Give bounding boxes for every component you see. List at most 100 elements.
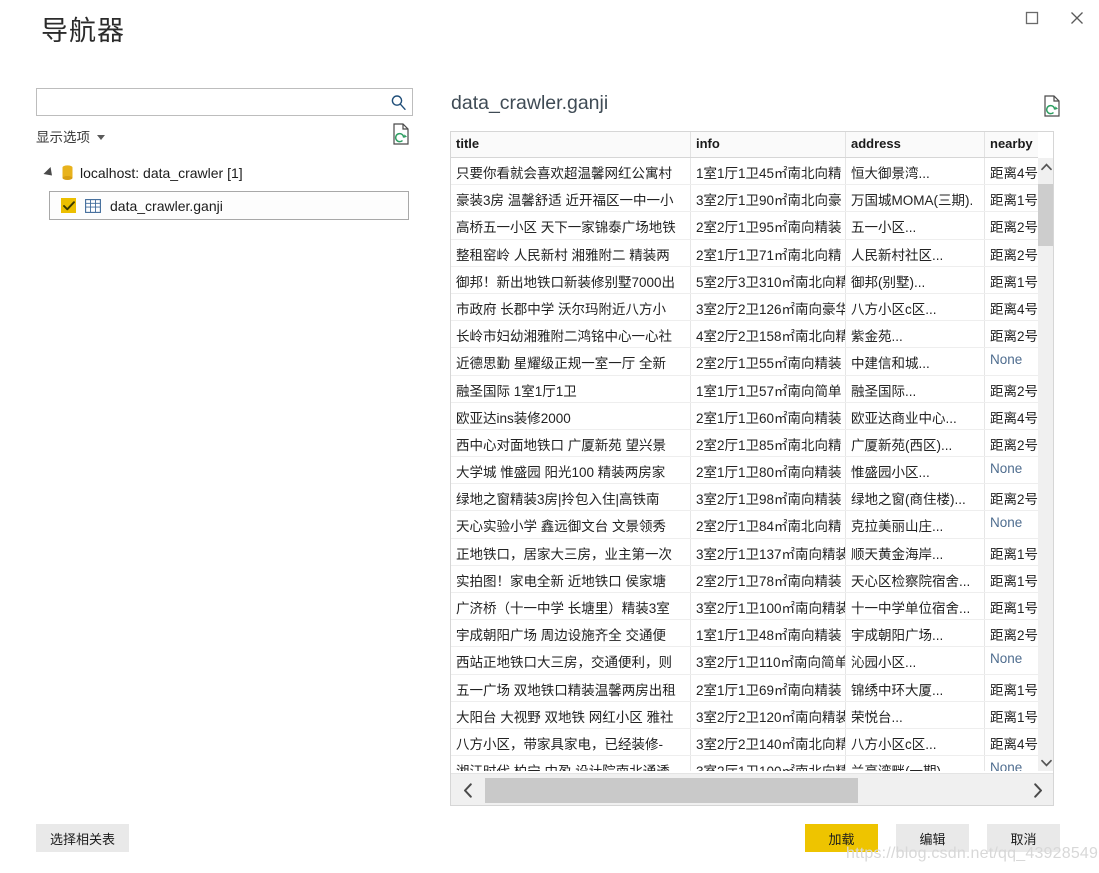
cell-nearby: 距离1号	[990, 601, 1038, 616]
column-header-address[interactable]: address	[846, 132, 985, 157]
table-row[interactable]: 八方小区，带家具家电，已经装修- 3室2厅2卫140㎡南北向精 八方小区c区... 距…	[451, 728, 1038, 757]
cell-address: 中建信和城...	[846, 348, 985, 375]
column-header-title[interactable]: title	[451, 132, 691, 157]
table-row[interactable]: 大学城 惟盛园 阳光100 精装两房家 2室1厅1卫80㎡南向精装 惟盛园小区...…	[451, 457, 1038, 485]
cell-nearby: None	[990, 651, 1023, 667]
left-pane: 显示选项 localhost: data_crawler [1] data_cr…	[0, 78, 440, 768]
table-row[interactable]: 长岭市妇幼湘雅附二鸿铭中心一心社 4室2厅2卫158㎡南北向精 紫金苑... 距离2号	[451, 321, 1038, 349]
table-row[interactable]: 实拍图！家电全新 近地铁口 侯家塘 2室2厅1卫78㎡南向精装 天心区检察院宿舍..…	[451, 565, 1038, 593]
chevron-down-icon[interactable]	[1038, 754, 1053, 771]
refresh-icon[interactable]	[390, 122, 412, 146]
sidebar-item-data-crawler-ganji[interactable]: data_crawler.ganji	[49, 191, 409, 220]
cell-title: 豪装3房 温馨舒适 近开福区一中一小	[451, 185, 691, 212]
table-row[interactable]: 只要你看就会喜欢超温馨网红公寓村 1室1厅1卫45㎡南北向精 恒大御景湾... 距离4…	[451, 158, 1038, 186]
expand-triangle-icon[interactable]	[43, 166, 56, 180]
display-options-label: 显示选项	[36, 130, 90, 145]
display-options[interactable]: 显示选项	[36, 126, 105, 146]
cell-info: 1室1厅1卫45㎡南北向精	[691, 158, 846, 185]
chevron-up-icon[interactable]	[1038, 158, 1053, 175]
table-row[interactable]: 正地铁口，居家大三房，业主第一次 3室2厅1卫137㎡南向精装 顺天黄金海岸... 距…	[451, 538, 1038, 566]
table-row[interactable]: 欧亚达ins装修2000 2室1厅1卫60㎡南向精装 欧亚达商业中心... 距离4号	[451, 402, 1038, 430]
cell-nearby: 距离4号	[990, 736, 1038, 752]
cell-nearby: 距离4号	[990, 301, 1038, 317]
search-box[interactable]	[36, 88, 413, 116]
cell-title: 宇成朝阳广场 周边设施齐全 交通便	[451, 620, 691, 647]
sidebar-item-label: data_crawler.ganji	[110, 197, 223, 214]
cell-title: 大学城 惟盛园 阳光100 精装两房家	[451, 457, 691, 484]
cell-nearby: 距离2号	[990, 437, 1038, 453]
cell-address: 御邦(别墅)...	[846, 266, 985, 293]
table-row[interactable]: 绿地之窗精装3房|拎包入住|高铁南 3室2厅1卫98㎡南向精装 绿地之窗(商住楼).…	[451, 484, 1038, 512]
cell-title: 正地铁口，居家大三房，业主第一次	[451, 538, 691, 565]
maximize-icon[interactable]	[1009, 0, 1054, 36]
cell-info: 2室1厅1卫71㎡南北向精	[691, 239, 846, 266]
cell-info: 2室2厅1卫85㎡南北向精	[691, 429, 846, 457]
vertical-scrollbar-thumb[interactable]	[1038, 184, 1053, 246]
close-icon[interactable]	[1054, 0, 1099, 36]
cell-title: 市政府 长郡中学 沃尔玛附近八方小	[451, 293, 691, 321]
table-row[interactable]: 近德思勤 星耀级正规一室一厅 全新 2室2厅1卫55㎡南向精装 中建信和城... No…	[451, 348, 1038, 376]
search-input[interactable]	[37, 89, 384, 115]
cell-address: 惟盛园小区...	[846, 457, 985, 484]
table-row[interactable]: 融圣国际 1室1厅1卫 1室1厅1卫57㎡南向简单 融圣国际... 距离2号	[451, 375, 1038, 403]
table-row[interactable]: 天心实验小学 鑫远御文台 文景领秀 2室2厅1卫84㎡南北向精 克拉美丽山庄... N…	[451, 511, 1038, 539]
cell-address: 人民新村社区...	[846, 239, 985, 266]
cell-address: 兰亭湾畔(一期)...	[846, 756, 985, 771]
cell-title: 实拍图！家电全新 近地铁口 侯家塘	[451, 565, 691, 592]
table-checkbox[interactable]	[61, 198, 76, 213]
cell-nearby: 距离2号	[990, 492, 1038, 508]
cell-address: 锦绣中环大厦...	[846, 674, 985, 701]
table-row[interactable]: 广济桥（十一中学 长塘里）精装3室 3室2厅1卫100㎡南向精装 十一中学单位宿舍.…	[451, 593, 1038, 621]
refresh-icon[interactable]	[1041, 94, 1063, 118]
edit-button[interactable]: 编辑	[896, 824, 969, 852]
cell-info: 2室1厅1卫69㎡南向精装	[691, 674, 846, 701]
cell-info: 2室2厅1卫55㎡南向精装	[691, 348, 846, 375]
table-row[interactable]: 湘江时代 柏宁 中盈 设计院南北通透3室2厅1卫100㎡南北向精兰亭湾畔(一期)…	[451, 756, 1038, 771]
cell-nearby: None	[990, 760, 1023, 771]
cell-address: 天心区检察院宿舍...	[846, 565, 985, 592]
table-row[interactable]: 高桥五一小区 天下一家锦泰广场地铁 2室2厅1卫95㎡南向精装 五一小区... 距离2…	[451, 212, 1038, 240]
navigator-dialog: 导航器 显示选项 localhost: data_crawler [1] dat…	[0, 0, 1099, 873]
table-row[interactable]: 五一广场 双地铁口精装温馨两房出租 2室1厅1卫69㎡南向精装 锦绣中环大厦... 距…	[451, 674, 1038, 702]
table-row[interactable]: 整租窑岭 人民新村 湘雅附二 精装两 2室1厅1卫71㎡南北向精 人民新村社区...…	[451, 239, 1038, 267]
table-row[interactable]: 御邦！新出地铁口新装修别墅7000出 5室2厅3卫310㎡南北向精 御邦(别墅)..…	[451, 266, 1038, 294]
cell-address: 恒大御景湾...	[846, 158, 985, 185]
cell-info: 2室1厅1卫60㎡南向精装	[691, 402, 846, 429]
cell-address: 十一中学单位宿舍...	[846, 593, 985, 620]
cell-info: 2室2厅1卫84㎡南北向精	[691, 511, 846, 538]
select-related-tables-button[interactable]: 选择相关表	[36, 824, 129, 852]
table-row[interactable]: 宇成朝阳广场 周边设施齐全 交通便 1室1厅1卫48㎡南向精装 宇成朝阳广场... 距…	[451, 620, 1038, 648]
cell-nearby: 距离1号	[990, 709, 1038, 725]
cancel-button[interactable]: 取消	[987, 824, 1060, 852]
cell-address: 宇成朝阳广场...	[846, 620, 985, 647]
cell-info: 3室2厅2卫140㎡南北向精	[691, 728, 846, 756]
cell-info: 3室2厅1卫98㎡南向精装	[691, 484, 846, 511]
cell-info: 3室2厅1卫137㎡南向精装	[691, 538, 846, 565]
cell-title: 整租窑岭 人民新村 湘雅附二 精装两	[451, 239, 691, 266]
chevron-down-icon[interactable]	[97, 134, 105, 140]
table-row[interactable]: 西站正地铁口大三房，交通便利，则 3室2厅1卫110㎡南向简单 沁园小区... Non…	[451, 647, 1038, 675]
column-header-info[interactable]: info	[691, 132, 846, 157]
cell-info: 3室2厅2卫126㎡南向豪华	[691, 293, 846, 321]
cell-title: 大阳台 大视野 双地铁 网红小区 雅社	[451, 701, 691, 728]
cell-address: 八方小区c区...	[846, 728, 985, 756]
table-row[interactable]: 西中心对面地铁口 广厦新苑 望兴景 2室2厅1卫85㎡南北向精 广厦新苑(西区)..…	[451, 429, 1038, 458]
cell-address: 融圣国际...	[846, 375, 985, 402]
column-header-nearby[interactable]: nearby	[985, 132, 1038, 157]
cell-title: 天心实验小学 鑫远御文台 文景领秀	[451, 511, 691, 538]
table-row[interactable]: 市政府 长郡中学 沃尔玛附近八方小 3室2厅2卫126㎡南向豪华 八方小区c区...…	[451, 293, 1038, 322]
cell-nearby: 距离1号	[990, 573, 1038, 589]
cell-info: 3室2厅1卫100㎡南北向精	[691, 756, 846, 771]
window-controls	[1009, 0, 1099, 36]
search-icon[interactable]	[384, 89, 412, 115]
cell-nearby: 距离1号	[990, 546, 1038, 562]
cell-nearby: 距离4号	[990, 410, 1038, 426]
cell-title: 广济桥（十一中学 长塘里）精装3室	[451, 593, 691, 620]
table-row[interactable]: 大阳台 大视野 双地铁 网红小区 雅社 3室2厅2卫120㎡南向精装 荣悦台... 距…	[451, 701, 1038, 729]
load-button[interactable]: 加载	[805, 824, 878, 852]
tree-node-root[interactable]: localhost: data_crawler [1]	[36, 160, 413, 186]
cell-nearby: 距离2号	[990, 329, 1038, 345]
vertical-scrollbar[interactable]	[1038, 158, 1053, 771]
table-row[interactable]: 豪装3房 温馨舒适 近开福区一中一小 3室2厅1卫90㎡南北向豪 万国城MOMA(三…	[451, 185, 1038, 213]
cell-title: 八方小区，带家具家电，已经装修-	[451, 728, 691, 756]
